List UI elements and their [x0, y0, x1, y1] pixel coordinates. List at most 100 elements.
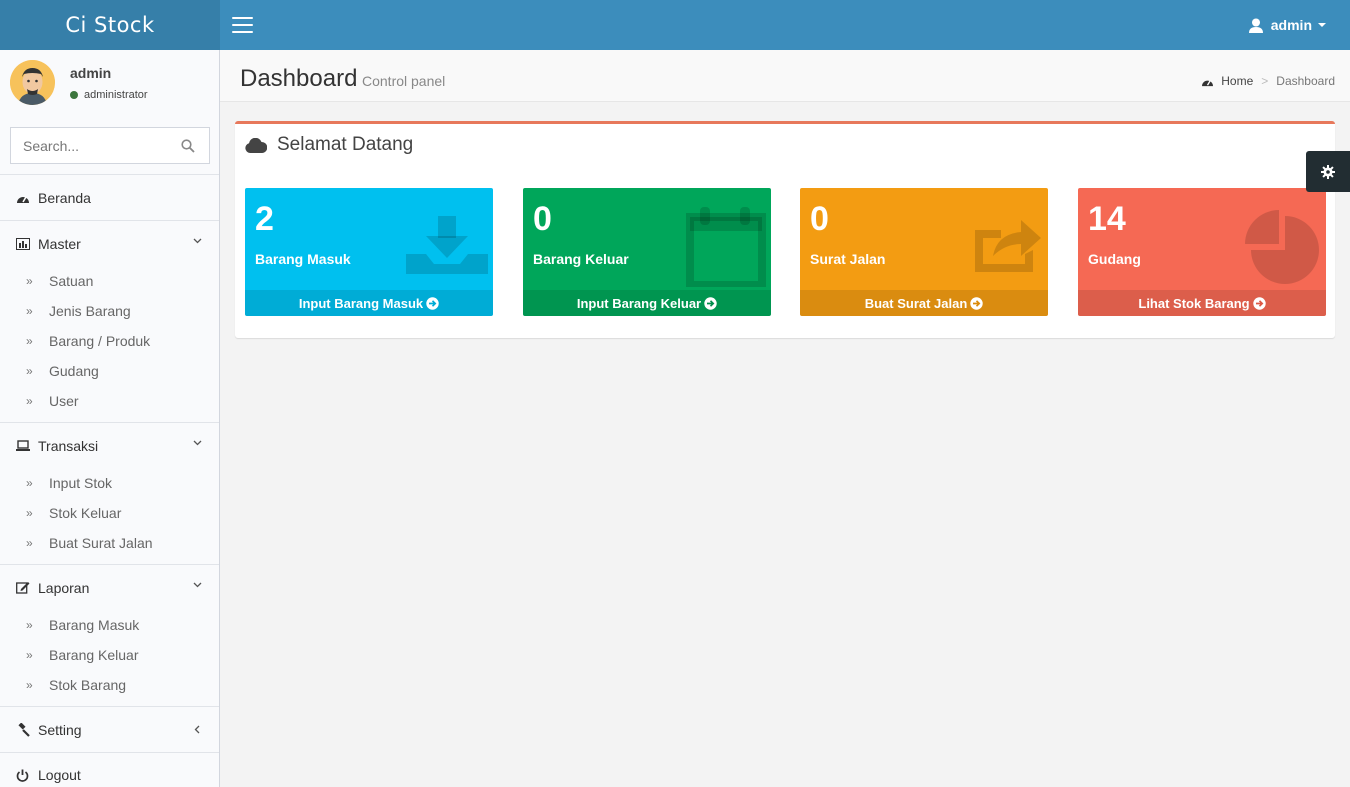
pie-chart-icon	[1245, 210, 1319, 284]
double-chevron-icon: »	[26, 506, 33, 520]
tile-link-text: Buat Surat Jalan	[864, 295, 968, 311]
double-chevron-icon: »	[26, 536, 33, 550]
dashboard-icon	[1202, 79, 1214, 86]
user-menu[interactable]: admin	[1248, 0, 1326, 50]
breadcrumb: Home > Dashboard	[1201, 74, 1335, 88]
sidebar-item-label: Stok Keluar	[49, 505, 122, 521]
user-panel-role: administrator	[84, 89, 148, 101]
sidebar-item-input-stok[interactable]: » Input Stok	[0, 468, 219, 498]
sidebar-item-label: Master	[38, 235, 81, 252]
tile-value: 0	[810, 200, 829, 238]
tile-footer-link[interactable]: Input Barang Keluar	[523, 290, 771, 316]
stat-tile-surat-jalan: 0 Surat Jalan Buat Surat Jalan	[800, 188, 1048, 316]
chevron-down-icon	[193, 440, 202, 446]
sidebar-item-gudang[interactable]: » Gudang	[0, 356, 219, 386]
sidebar-item-label: Buat Surat Jalan	[49, 535, 153, 551]
sidebar-item-label: Logout	[38, 767, 81, 783]
sidebar-item-label: Barang Keluar	[49, 647, 139, 663]
submenu-master: » Satuan » Jenis Barang » Barang / Produk »…	[0, 266, 219, 422]
breadcrumb-home-link[interactable]: Home	[1221, 74, 1253, 88]
tile-link-text: Lihat Stok Barang	[1138, 295, 1250, 311]
edit-icon	[15, 582, 29, 594]
page-subtitle: Control panel	[362, 73, 446, 89]
tile-footer-link[interactable]: Lihat Stok Barang	[1078, 290, 1326, 316]
tile-value: 14	[1088, 200, 1126, 238]
sidebar-item-user[interactable]: » User	[0, 386, 219, 416]
tile-label: Barang Keluar	[533, 251, 629, 267]
search-input[interactable]	[11, 128, 171, 163]
sidebar-item-label: Barang Masuk	[49, 617, 140, 633]
share-icon	[975, 220, 1041, 272]
stat-tile-barang-keluar: 0 Barang Keluar Input Barang Keluar	[523, 188, 771, 316]
logo-text: Ci Stock	[65, 13, 155, 37]
tile-value: 2	[255, 200, 274, 238]
chevron-down-icon	[193, 582, 202, 588]
double-chevron-icon: »	[26, 274, 33, 288]
power-icon	[16, 769, 29, 782]
sidebar-item-label: Transaksi	[38, 437, 99, 454]
double-chevron-icon: »	[26, 394, 33, 408]
user-panel-status: administrator	[70, 89, 148, 101]
app-logo[interactable]: Ci Stock	[0, 0, 220, 50]
caret-down-icon	[1318, 23, 1326, 27]
submenu-transaksi: » Input Stok » Stok Keluar » Buat Surat Jal…	[0, 468, 219, 564]
double-chevron-icon: »	[26, 648, 33, 662]
box-title-text: Selamat Datang	[277, 134, 414, 155]
sidebar-item-barang-keluar[interactable]: » Barang Keluar	[0, 640, 219, 670]
sidebar-item-barang-masuk[interactable]: » Barang Masuk	[0, 610, 219, 640]
sidebar-item-satuan[interactable]: » Satuan	[0, 266, 219, 296]
tile-footer-link[interactable]: Input Barang Masuk	[245, 290, 493, 316]
search-icon[interactable]	[181, 139, 195, 153]
tile-link-text: Input Barang Masuk	[298, 295, 424, 311]
stat-tile-barang-masuk: 2 Barang Masuk Input Barang Masuk	[245, 188, 493, 316]
sidebar-item-label: Input Stok	[49, 475, 113, 491]
tile-value: 0	[533, 200, 552, 238]
sidebar-item-laporan[interactable]: Laporan	[0, 564, 219, 610]
tile-label: Gudang	[1088, 251, 1141, 267]
sidebar-item-stok-keluar[interactable]: » Stok Keluar	[0, 498, 219, 528]
control-sidebar-toggle[interactable]	[1306, 151, 1350, 192]
tile-label: Barang Masuk	[255, 251, 351, 267]
sidebar-item-label: Beranda	[38, 189, 91, 206]
double-chevron-icon: »	[26, 334, 33, 348]
avatar	[10, 60, 55, 105]
sidebar-item-setting[interactable]: Setting	[0, 706, 219, 752]
double-chevron-icon: »	[26, 678, 33, 692]
arrow-circle-right-icon	[1252, 296, 1266, 310]
content-header: Dashboard Control panel Home > Dashboard	[220, 50, 1350, 102]
sidebar-item-label: User	[49, 393, 79, 409]
gavel-icon	[17, 722, 30, 737]
sidebar-item-label: Satuan	[49, 273, 94, 289]
sidebar-item-label: Gudang	[49, 363, 99, 379]
sidebar-search	[10, 127, 210, 164]
chevron-down-icon	[193, 238, 202, 244]
sidebar-item-jenis-barang[interactable]: » Jenis Barang	[0, 296, 219, 326]
sidebar-item-stok-barang[interactable]: » Stok Barang	[0, 670, 219, 700]
online-status-icon	[70, 91, 78, 99]
breadcrumb-current: Dashboard	[1276, 74, 1335, 88]
gear-icon	[1321, 164, 1335, 179]
tile-label: Surat Jalan	[810, 251, 886, 267]
sidebar-item-label: Laporan	[38, 579, 90, 596]
breadcrumb-separator: >	[1261, 74, 1269, 88]
sidebar-item-buat-surat-jalan[interactable]: » Buat Surat Jalan	[0, 528, 219, 558]
double-chevron-icon: »	[26, 364, 33, 378]
sidebar-item-logout[interactable]: Logout	[0, 752, 219, 787]
user-menu-name: admin	[1270, 17, 1312, 33]
double-chevron-icon: »	[26, 476, 33, 490]
sidebar-item-transaksi[interactable]: Transaksi	[0, 422, 219, 468]
stat-tile-gudang: 14 Gudang Lihat Stok Barang	[1078, 188, 1326, 316]
bar-chart-icon	[15, 237, 30, 250]
tile-footer-link[interactable]: Buat Surat Jalan	[800, 290, 1048, 316]
sidebar-item-beranda[interactable]: Beranda	[0, 174, 219, 220]
sidebar-item-label: Jenis Barang	[49, 303, 131, 319]
sidebar-item-master[interactable]: Master	[0, 220, 219, 266]
box-title: Selamat Datang	[245, 134, 413, 156]
tile-link-text: Input Barang Keluar	[576, 295, 702, 311]
sidebar-toggle-button[interactable]	[232, 17, 253, 33]
sidebar-item-barang-produk[interactable]: » Barang / Produk	[0, 326, 219, 356]
cloud-icon	[245, 137, 267, 153]
chevron-left-icon	[194, 725, 200, 734]
user-icon	[1248, 18, 1263, 33]
user-panel: admin administrator	[0, 50, 219, 114]
